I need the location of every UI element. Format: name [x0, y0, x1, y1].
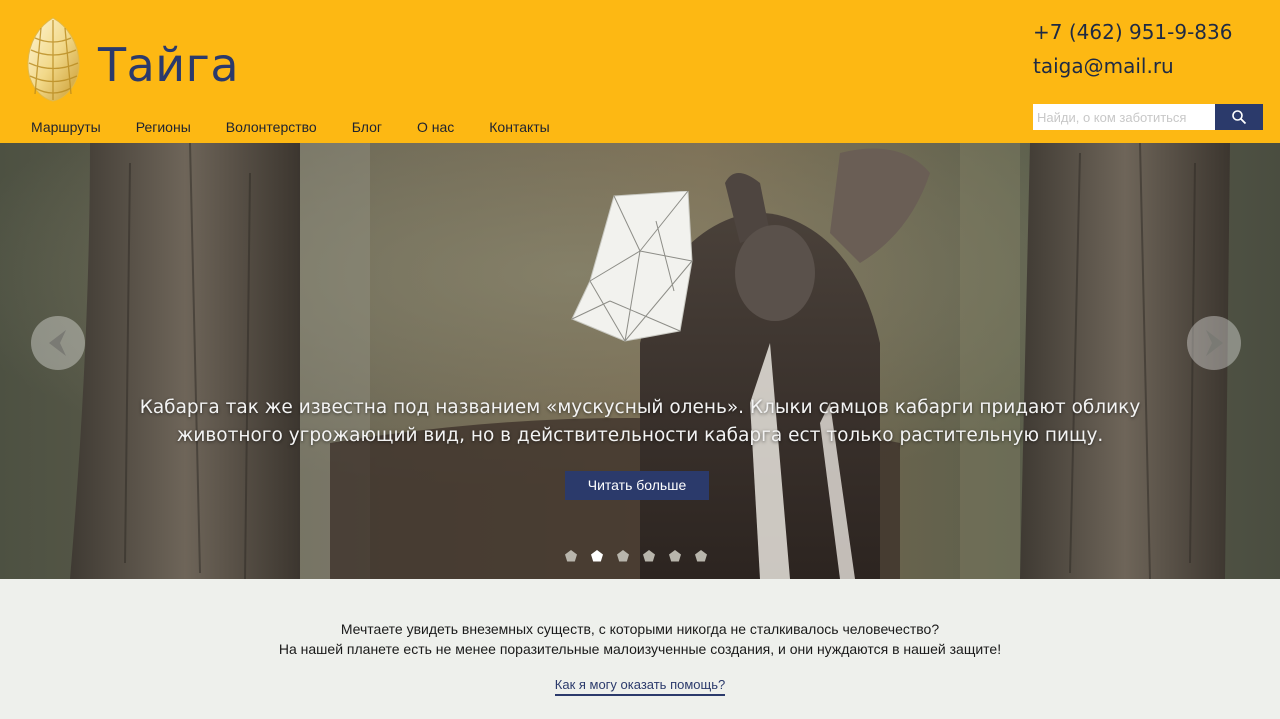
slider-next-button[interactable] [1187, 316, 1241, 370]
slide-dot[interactable] [642, 549, 656, 563]
slider-prev-button[interactable] [31, 316, 85, 370]
site-header: Тайга Маршруты Регионы Волонтерство Блог… [0, 0, 1280, 143]
slide-dot-active[interactable] [590, 549, 604, 563]
read-more-button[interactable]: Читать больше [565, 471, 709, 500]
nav-item-contacts[interactable]: Контакты [489, 119, 549, 135]
nav-item-about[interactable]: О нас [417, 119, 454, 135]
origami-bear-icon [571, 191, 693, 342]
nav-item-regions[interactable]: Регионы [136, 119, 191, 135]
pine-cone-icon [27, 17, 80, 102]
search-box [1033, 104, 1263, 130]
search-button[interactable] [1215, 104, 1263, 130]
hero-slider: Кабарга так же известна под названием «м… [0, 143, 1280, 579]
slide-caption-line: Кабарга так же известна под названием «м… [139, 397, 1141, 418]
email-address[interactable]: taiga@mail.ru [1033, 52, 1232, 80]
logo-text[interactable]: Тайга [98, 38, 239, 92]
phone-number[interactable]: +7 (462) 951-9-836 [1033, 18, 1232, 46]
chevron-left-icon [49, 330, 66, 356]
main-nav: Маршруты Регионы Волонтерство Блог О нас… [31, 119, 585, 135]
nav-item-blog[interactable]: Блог [352, 119, 382, 135]
slide-caption-line: животного угрожающий вид, но в действите… [176, 425, 1104, 446]
promo-line: Мечтаете увидеть внеземных существ, с ко… [340, 621, 940, 637]
promo-line: На нашей планете есть не менее поразител… [278, 641, 1002, 657]
logo[interactable]: Тайга [25, 16, 239, 102]
help-link[interactable]: Как я могу оказать помощь? [554, 677, 726, 696]
slide-dot[interactable] [616, 549, 630, 563]
promo-text: Мечтаете увидеть внеземных существ, с ко… [0, 619, 1280, 659]
chevron-right-icon [1206, 330, 1223, 356]
promo-section: Мечтаете увидеть внеземных существ, с ко… [0, 579, 1280, 719]
slide-dot[interactable] [694, 549, 708, 563]
nav-item-volunteering[interactable]: Волонтерство [226, 119, 317, 135]
search-input[interactable] [1033, 104, 1215, 130]
nav-item-routes[interactable]: Маршруты [31, 119, 101, 135]
slide-dot[interactable] [564, 549, 578, 563]
slide-caption: Кабарга так же известна под названием «м… [0, 394, 1280, 450]
contact-info: +7 (462) 951-9-836 taiga@mail.ru [1033, 18, 1232, 80]
slider-dots [564, 549, 708, 563]
search-icon [1232, 110, 1247, 125]
slide-dot[interactable] [668, 549, 682, 563]
